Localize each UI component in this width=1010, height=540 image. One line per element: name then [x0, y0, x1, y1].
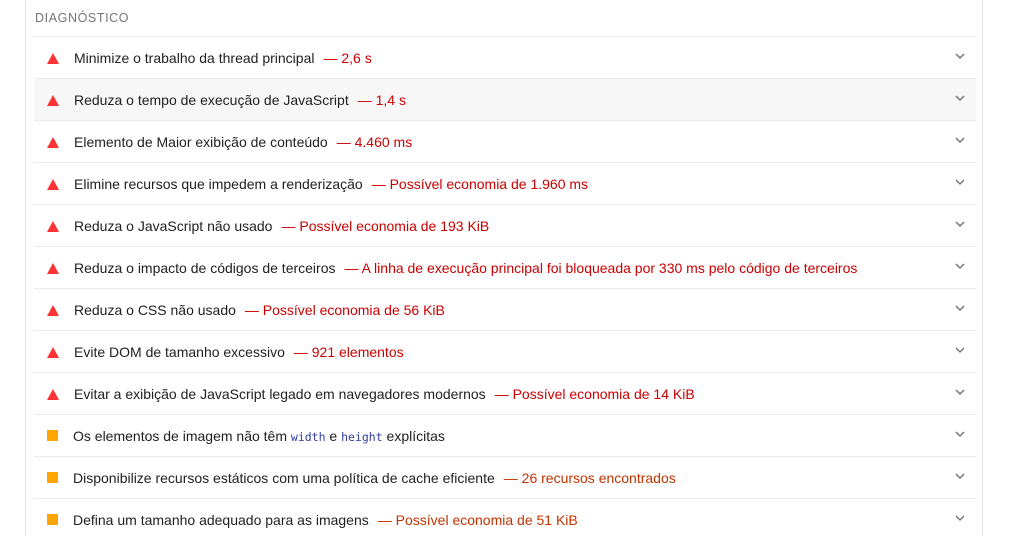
audit-display-value: — 4.460 ms — [336, 134, 413, 150]
audit-title: Evitar a exibição de JavaScript legado e… — [74, 386, 486, 402]
fail-triangle-icon — [47, 95, 59, 106]
section-title: DIAGNÓSTICO — [35, 11, 130, 25]
chevron-down-icon[interactable] — [955, 429, 965, 439]
chevron-down-icon[interactable] — [955, 177, 965, 187]
audit-row-unused-javascript[interactable]: Reduza o JavaScript não usado — Possível … — [34, 204, 976, 246]
average-square-icon — [47, 430, 58, 441]
audit-title: Elemento de Maior exibição de conteúdo — [74, 134, 328, 150]
fail-triangle-icon — [47, 137, 59, 148]
audit-title: Disponibilize recursos estáticos com uma… — [73, 470, 495, 486]
chevron-down-icon[interactable] — [955, 303, 965, 313]
chevron-down-icon[interactable] — [955, 135, 965, 145]
audit-row-dom-size[interactable]: Evite DOM de tamanho excessivo — 921 elem… — [34, 330, 976, 372]
chevron-down-icon[interactable] — [955, 471, 965, 481]
audit-display-value: — Possível economia de 193 KiB — [281, 218, 490, 234]
audit-display-value: — A linha de execução principal foi bloq… — [344, 260, 858, 276]
audit-display-value: — 921 elementos — [293, 344, 404, 360]
audit-display-value: — 2,6 s — [323, 50, 372, 66]
audit-display-value: — Possível economia de 1.960 ms — [371, 176, 589, 192]
chevron-down-icon[interactable] — [955, 513, 965, 523]
audit-title: Reduza o CSS não usado — [74, 302, 236, 318]
code-width: width — [290, 430, 326, 444]
audit-title: Reduza o tempo de execução de JavaScript — [74, 92, 349, 108]
average-square-icon — [47, 472, 58, 483]
fail-triangle-icon — [47, 179, 59, 190]
audit-title: Reduza o impacto de códigos de terceiros — [74, 260, 336, 276]
chevron-down-icon[interactable] — [955, 51, 965, 61]
fail-triangle-icon — [47, 305, 59, 316]
audit-display-value: — Possível economia de 51 KiB — [377, 512, 578, 528]
fail-triangle-icon — [47, 221, 59, 232]
audit-row-responsive-images[interactable]: Defina um tamanho adequado para as image… — [34, 498, 976, 540]
chevron-down-icon[interactable] — [955, 387, 965, 397]
chevron-down-icon[interactable] — [955, 219, 965, 229]
chevron-down-icon[interactable] — [955, 345, 965, 355]
fail-triangle-icon — [47, 389, 59, 400]
fail-triangle-icon — [47, 53, 59, 64]
audit-list: Minimize o trabalho da thread principal —… — [34, 36, 976, 540]
audit-row-lcp-element[interactable]: Elemento de Maior exibição de conteúdo — … — [34, 120, 976, 162]
chevron-down-icon[interactable] — [955, 93, 965, 103]
audit-title: Defina um tamanho adequado para as image… — [73, 512, 369, 528]
audit-row-render-blocking[interactable]: Elimine recursos que impedem a renderiza… — [34, 162, 976, 204]
audit-title: Reduza o JavaScript não usado — [74, 218, 273, 234]
audit-row-bootup-time[interactable]: Reduza o tempo de execução de JavaScript… — [34, 78, 976, 120]
audit-title: Minimize o trabalho da thread principal — [74, 50, 315, 66]
audit-row-legacy-javascript[interactable]: Evitar a exibição de JavaScript legado e… — [34, 372, 976, 414]
audit-title: Os elementos de imagem não têm width e h… — [73, 428, 445, 444]
audit-display-value: — Possível economia de 14 KiB — [494, 386, 695, 402]
audit-row-third-party[interactable]: Reduza o impacto de códigos de terceiros… — [34, 246, 976, 288]
audit-title: Evite DOM de tamanho excessivo — [74, 344, 285, 360]
diagnostics-panel: DIAGNÓSTICO Minimize o trabalho da threa… — [25, 0, 983, 536]
audit-row-unused-css[interactable]: Reduza o CSS não usado — Possível economi… — [34, 288, 976, 330]
audit-display-value: — 1,4 s — [357, 92, 406, 108]
audit-display-value: — 26 recursos encontrados — [503, 470, 676, 486]
audit-row-cache-policy[interactable]: Disponibilize recursos estáticos com uma… — [34, 456, 976, 498]
audit-title: Elimine recursos que impedem a renderiza… — [74, 176, 363, 192]
audit-row-unsized-images[interactable]: Os elementos de imagem não têm width e h… — [34, 414, 976, 456]
audit-row-mainthread-work[interactable]: Minimize o trabalho da thread principal —… — [34, 36, 976, 78]
fail-triangle-icon — [47, 263, 59, 274]
audit-display-value: — Possível economia de 56 KiB — [244, 302, 445, 318]
chevron-down-icon[interactable] — [955, 261, 965, 271]
average-square-icon — [47, 514, 58, 525]
fail-triangle-icon — [47, 347, 59, 358]
code-height: height — [341, 430, 383, 444]
